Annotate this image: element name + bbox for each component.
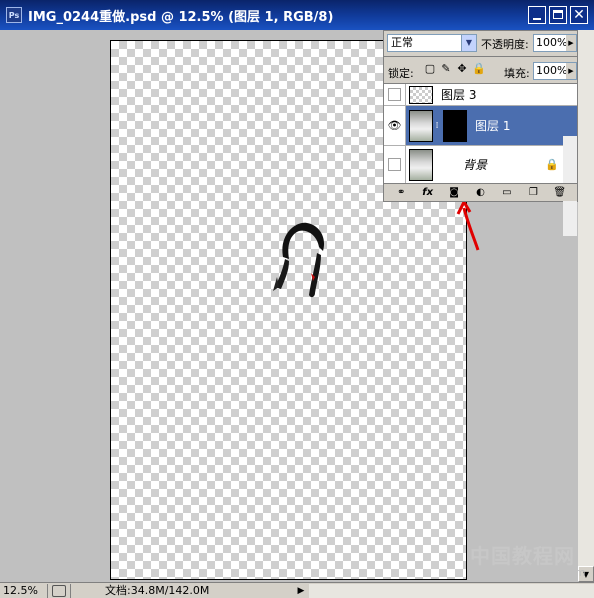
blend-mode-select[interactable]: 正常 ▼	[387, 34, 477, 52]
lock-brush-icon[interactable]: ✎	[440, 62, 452, 76]
minimize-button[interactable]	[528, 6, 546, 24]
eye-icon: 👁	[387, 119, 402, 132]
fx-icon[interactable]: fx	[421, 187, 435, 199]
opacity-value: 100%	[536, 36, 568, 49]
watermark-url: www.jcwcn.com	[498, 566, 586, 579]
layer-thumbnail	[409, 148, 433, 181]
annotation-arrow-icon	[456, 198, 480, 251]
layer-name: 图层 3	[441, 88, 477, 102]
chevron-down-icon[interactable]: ▼	[461, 35, 476, 51]
adjustment-icon[interactable]: ◐	[473, 187, 487, 199]
fill-arrow-icon[interactable]: ▶	[566, 63, 576, 79]
layer-name: 背景	[463, 158, 488, 172]
window-title: IMG_0244重做.psd @ 12.5% (图层 1, RGB/8)	[28, 9, 334, 25]
visibility-toggle[interactable]: 👁	[384, 106, 406, 145]
photoshop-app-icon: Ps	[6, 7, 22, 23]
zoom-level[interactable]: 12.5%	[0, 583, 48, 598]
status-info-icon[interactable]	[52, 584, 66, 597]
horizontal-scrollbar[interactable]	[309, 583, 594, 598]
folder-icon[interactable]: ▭	[500, 187, 514, 199]
hair-silhouette	[273, 222, 325, 298]
new-layer-icon[interactable]: ❐	[526, 187, 540, 199]
close-button[interactable]: ✕	[570, 6, 588, 24]
opacity-arrow-icon[interactable]: ▶	[566, 35, 576, 51]
layer-thumbnail	[409, 85, 433, 104]
lock-transparency-icon[interactable]: ▢	[424, 62, 436, 76]
lock-move-icon[interactable]: ✥	[456, 62, 468, 76]
minimize-icon	[533, 18, 541, 20]
vertical-scrollbar[interactable]: ▼	[578, 30, 594, 582]
document-size: 文档:34.8M/142.0M	[70, 583, 295, 598]
add-mask-icon[interactable]: ◙	[447, 187, 461, 199]
trash-icon[interactable]: 🗑	[553, 187, 567, 199]
opacity-label: 不透明度:	[481, 38, 529, 51]
status-menu-arrow-icon[interactable]: ▶	[295, 584, 307, 598]
watermark-text: 中国教程网	[470, 544, 575, 568]
opacity-input[interactable]: 100% ▶	[533, 34, 577, 52]
lock-label: 锁定:	[388, 67, 414, 80]
maximize-icon	[553, 10, 563, 19]
link-icon[interactable]: ⚭	[394, 187, 408, 199]
visibility-toggle[interactable]	[384, 146, 406, 183]
maximize-button[interactable]	[549, 6, 567, 24]
layer-name: 图层 1	[475, 119, 511, 133]
status-bar: 12.5% 文档:34.8M/142.0M ▶	[0, 582, 594, 598]
layers-footer: ⚭ fx ◙ ◐ ▭ ❐ 🗑	[384, 183, 577, 201]
lock-all-icon[interactable]: 🔒	[472, 62, 486, 76]
layer-thumbnail	[409, 109, 433, 142]
divider	[384, 56, 577, 57]
layers-panel: 正常 ▼ 不透明度: 100% ▶ 锁定: ▢ ✎ ✥ 🔒 填充: 100% ▶…	[383, 30, 578, 236]
layer-lock-icon: 🔒	[545, 158, 559, 171]
layer-row-layer1[interactable]: 👁 ⁞ 图层 1	[384, 106, 577, 146]
layer-mask-thumbnail[interactable]	[443, 109, 467, 142]
layer-row-background[interactable]: 背景 🔒	[384, 146, 577, 184]
visibility-toggle[interactable]	[384, 84, 406, 105]
layers-list: 图层 3 👁 ⁞ 图层 1 背景 🔒	[384, 83, 577, 236]
fill-label: 填充:	[504, 67, 530, 80]
fill-value: 100%	[536, 64, 568, 77]
close-icon: ✕	[573, 7, 585, 23]
fill-input[interactable]: 100% ▶	[533, 62, 577, 80]
layer-row-layer3[interactable]: 图层 3	[384, 84, 577, 106]
eye-off-icon	[388, 88, 401, 101]
blend-mode-value: 正常	[391, 36, 413, 49]
title-bar: Ps IMG_0244重做.psd @ 12.5% (图层 1, RGB/8) …	[0, 0, 594, 30]
chain-link-icon[interactable]: ⁞	[433, 121, 441, 131]
eye-off-icon	[388, 158, 401, 171]
